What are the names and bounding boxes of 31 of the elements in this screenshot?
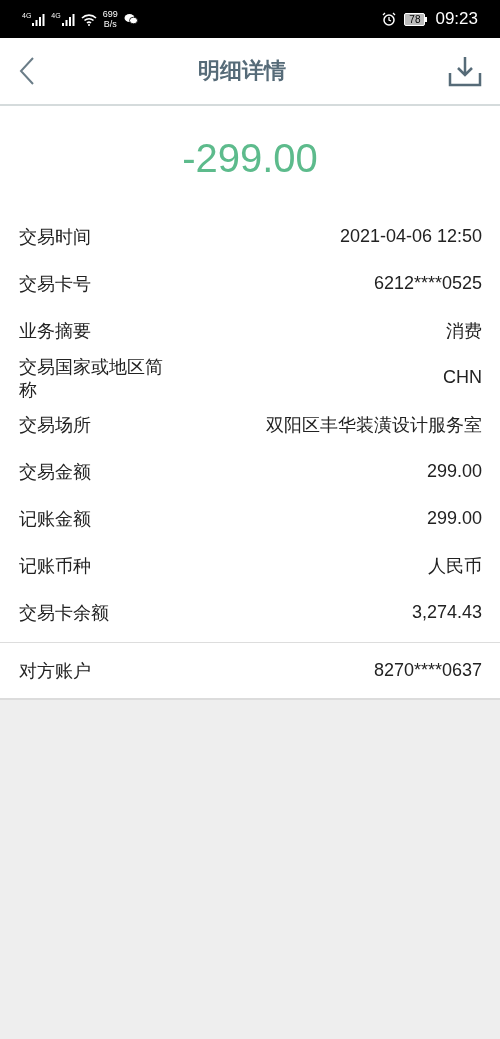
field-label: 对方账户	[19, 659, 91, 682]
chat-icon	[123, 13, 138, 25]
field-value: 6212****0525	[373, 273, 482, 294]
battery-icon: 78	[404, 12, 428, 26]
wifi-icon	[80, 12, 97, 26]
field-value: 8270****0637	[373, 660, 482, 681]
speed-unit: B/s	[103, 19, 117, 29]
field-value: 消费	[446, 319, 482, 343]
field-value: 人民币	[428, 554, 482, 578]
field-label: 交易国家或地区简称	[19, 354, 164, 401]
field-label: 记账币种	[19, 554, 91, 577]
field-value: 299.00	[426, 461, 482, 482]
field-label: 业务摘要	[19, 319, 91, 342]
transaction-amount: -299.00	[182, 136, 318, 181]
clock-time: 09:23	[435, 9, 478, 29]
field-label: 交易场所	[19, 413, 91, 436]
field-label: 记账金额	[19, 507, 91, 530]
field-value: CHN	[443, 367, 482, 388]
alarm-icon	[382, 12, 397, 26]
download-icon	[448, 55, 482, 87]
field-value: 299.00	[426, 508, 482, 529]
field-value: 3,274.43	[411, 602, 482, 623]
back-icon	[18, 56, 36, 86]
field-value: 2021-04-06 12:50	[339, 226, 482, 247]
field-label: 交易金额	[19, 460, 91, 483]
page-title: 明细详情	[197, 57, 287, 85]
field-label: 交易时间	[19, 225, 91, 248]
field-value: 双阳区丰华装潢设计服务室	[266, 413, 482, 437]
network-speed: 699	[102, 9, 118, 19]
field-label: 交易卡余额	[19, 601, 109, 624]
field-label: 交易卡号	[19, 272, 91, 295]
